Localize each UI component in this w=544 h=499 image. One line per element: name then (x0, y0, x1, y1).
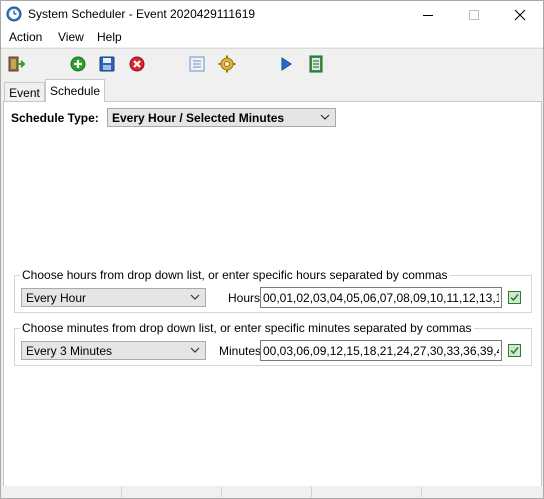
status-divider (121, 487, 122, 497)
status-divider (221, 487, 222, 497)
hours-dropdown-value: Every Hour (26, 291, 87, 305)
clock-app-icon (6, 6, 22, 22)
menu-bar: Action View Help (1, 28, 543, 47)
delete-icon (129, 56, 145, 72)
list-button[interactable] (187, 54, 207, 74)
save-icon (99, 56, 115, 72)
run-button[interactable] (276, 54, 296, 74)
hours-dropdown[interactable]: Every Hour (21, 288, 206, 307)
minutes-dropdown[interactable]: Every 3 Minutes (21, 341, 206, 360)
add-icon (70, 56, 86, 72)
settings-button[interactable] (217, 54, 237, 74)
settings-icon (218, 55, 236, 73)
minimize-button[interactable] (405, 1, 451, 28)
close-button[interactable] (497, 1, 543, 28)
scheduler-window: System Scheduler - Event 2020429111619 A… (0, 0, 544, 499)
log-button[interactable] (306, 54, 326, 74)
exit-button[interactable] (7, 54, 27, 74)
tab-event[interactable]: Event (4, 82, 45, 101)
schedule-panel: Schedule Type: Every Hour / Selected Min… (3, 101, 542, 487)
status-divider (421, 487, 422, 497)
minutes-dropdown-value: Every 3 Minutes (26, 344, 113, 358)
save-button[interactable] (97, 54, 117, 74)
minimize-icon (423, 15, 433, 16)
exit-icon (8, 56, 26, 72)
hours-check-icon[interactable] (508, 291, 521, 304)
status-divider (311, 487, 312, 497)
hours-caption: Choose hours from drop down list, or ent… (20, 268, 450, 282)
title-bar[interactable]: System Scheduler - Event 2020429111619 (1, 1, 543, 28)
hours-group: Choose hours from drop down list, or ent… (14, 268, 532, 313)
close-icon (514, 9, 526, 21)
list-icon (189, 56, 205, 72)
minutes-caption: Choose minutes from drop down list, or e… (20, 321, 474, 335)
minutes-check-icon[interactable] (508, 344, 521, 357)
chevron-down-icon (190, 347, 200, 353)
tab-schedule[interactable]: Schedule (45, 79, 105, 102)
status-bar (1, 486, 543, 498)
menu-help[interactable]: Help (97, 30, 122, 44)
minutes-input-box[interactable] (260, 340, 502, 361)
tab-event-label: Event (9, 86, 40, 100)
window-title: System Scheduler - Event 2020429111619 (28, 7, 256, 21)
add-button[interactable] (68, 54, 88, 74)
chevron-down-icon (320, 114, 330, 120)
tab-strip: Event Schedule (1, 79, 543, 102)
menu-view[interactable]: View (58, 30, 84, 44)
menu-action[interactable]: Action (9, 30, 42, 44)
schedule-type-value: Every Hour / Selected Minutes (112, 111, 285, 125)
schedule-type-dropdown[interactable]: Every Hour / Selected Minutes (107, 108, 336, 127)
chevron-down-icon (190, 294, 200, 300)
hours-input-box[interactable] (260, 287, 502, 308)
minutes-field-label: Minutes (219, 344, 262, 358)
schedule-type-label: Schedule Type: (11, 111, 99, 125)
maximize-button[interactable] (451, 1, 497, 28)
toolbar (1, 48, 543, 79)
hours-field-label: Hours (228, 291, 261, 305)
tab-schedule-label: Schedule (49, 84, 101, 98)
log-icon (309, 55, 323, 73)
delete-button[interactable] (127, 54, 147, 74)
minutes-group: Choose minutes from drop down list, or e… (14, 321, 532, 366)
minutes-input[interactable] (261, 341, 501, 360)
hours-input[interactable] (261, 288, 501, 307)
run-icon (281, 57, 292, 71)
maximize-icon (469, 10, 479, 20)
